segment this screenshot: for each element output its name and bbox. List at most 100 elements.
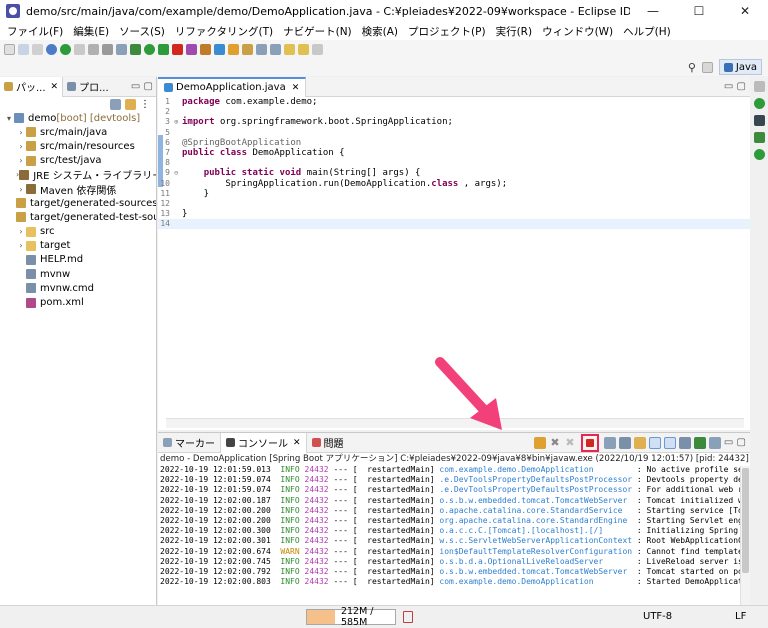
debug-icon[interactable] [130, 43, 141, 55]
word-wrap-console-icon[interactable] [633, 436, 646, 449]
menu-search[interactable]: 検索(A) [357, 24, 403, 39]
tree-item[interactable]: pom.xml [0, 295, 156, 309]
tree-item[interactable]: target/generated-sources/a [0, 196, 156, 210]
task-list-icon[interactable] [753, 149, 765, 160]
console-scroll-thumb[interactable] [742, 468, 749, 573]
search-icon[interactable]: ⚲ [688, 61, 696, 74]
pin-console-icon[interactable] [678, 436, 691, 449]
minimize-button[interactable]: — [630, 0, 676, 22]
word-wrap-icon[interactable] [102, 43, 113, 55]
annotation-next-icon[interactable] [256, 43, 267, 55]
maximize-button[interactable]: ☐ [676, 0, 722, 22]
expand-arrow-icon[interactable]: › [16, 156, 26, 165]
expand-arrow-icon[interactable]: › [16, 241, 26, 250]
clear-console-icon[interactable] [603, 436, 616, 449]
console-output[interactable]: 2022-10-19 12:01:59.013 INFO 24432 --- [… [158, 465, 750, 587]
relaunch-icon[interactable] [533, 436, 546, 449]
menu-window[interactable]: ウィンドウ(W) [537, 24, 618, 39]
tree-item[interactable]: › src [0, 225, 156, 239]
console-minimize-icon[interactable]: ▭ ▢ [724, 437, 746, 448]
remove-launch-icon[interactable]: ✖ [549, 436, 561, 449]
tab-problems[interactable]: 問題 [307, 433, 349, 453]
new-class-icon[interactable] [214, 43, 225, 55]
spring-boot-icon[interactable] [60, 43, 71, 55]
terminate-button[interactable] [580, 433, 599, 452]
open-perspective-icon[interactable] [701, 61, 713, 73]
collapse-all-icon[interactable] [110, 99, 121, 110]
heap-status[interactable]: 212M / 585M [306, 606, 396, 628]
garbage-collect-icon[interactable] [403, 611, 413, 623]
tree-item[interactable]: ▾ demo [boot] [devtools] [0, 111, 156, 125]
editor-minimize-icon[interactable]: ▭ ▢ [724, 81, 750, 92]
open-console-icon[interactable] [708, 436, 721, 449]
tree-item[interactable]: › src/test/java [0, 154, 156, 168]
view-menu-icon[interactable]: ⋮ [140, 99, 150, 110]
toggle-icon[interactable] [74, 43, 85, 55]
menu-navigate[interactable]: ナビゲート(N) [278, 24, 357, 39]
menu-refactor[interactable]: リファクタリング(T) [170, 24, 278, 39]
tree-item[interactable]: › target [0, 239, 156, 253]
spring-dashboard-icon[interactable] [753, 98, 765, 109]
annotation-prev-icon[interactable] [270, 43, 281, 55]
tree-item[interactable]: › src/main/resources [0, 139, 156, 153]
console-vertical-scrollbar[interactable] [740, 466, 750, 606]
boot-dashboard-icon[interactable] [753, 115, 765, 126]
external-tools-icon[interactable] [172, 43, 183, 55]
new-java-project-icon[interactable] [186, 43, 197, 55]
tree-item[interactable]: mvnw.cmd [0, 281, 156, 295]
tab-project-explorer[interactable]: プロ... [63, 77, 113, 97]
back-icon[interactable] [284, 43, 295, 55]
skip-breakpoints-icon[interactable] [46, 43, 57, 55]
menu-project[interactable]: プロジェクト(P) [403, 24, 491, 39]
scroll-lock-icon[interactable] [618, 436, 631, 449]
mark-occurrences-icon[interactable] [88, 43, 99, 55]
expand-arrow-icon[interactable]: › [16, 185, 26, 194]
close-icon[interactable]: ✕ [292, 83, 300, 93]
fold-toggle-icon[interactable]: ⊕ [174, 117, 182, 127]
remove-all-icon[interactable]: ✖ [564, 436, 576, 449]
save-icon[interactable] [18, 43, 29, 55]
run-icon[interactable] [144, 43, 155, 55]
show-on-stdout-icon[interactable] [648, 436, 661, 449]
expand-arrow-icon[interactable]: › [16, 142, 26, 151]
save-all-icon[interactable] [32, 43, 43, 55]
menu-run[interactable]: 実行(R) [491, 24, 538, 39]
forward-icon[interactable] [298, 43, 309, 55]
close-button[interactable]: ✕ [722, 0, 768, 22]
view-minimize-icon[interactable]: ▭ ▢ [131, 81, 156, 92]
tree-item[interactable]: HELP.md [0, 253, 156, 267]
menu-edit[interactable]: 編集(E) [68, 24, 114, 39]
java-perspective-button[interactable]: Java [718, 59, 762, 75]
menu-file[interactable]: ファイル(F) [2, 24, 68, 39]
restore-icon[interactable] [753, 81, 765, 92]
editor-tab-demoapplication[interactable]: DemoApplication.java ✕ [158, 76, 307, 97]
show-on-stderr-icon[interactable] [663, 436, 676, 449]
tree-item[interactable]: mvnw [0, 267, 156, 281]
tree-item[interactable]: › src/main/java [0, 125, 156, 139]
link-with-editor-icon[interactable] [125, 99, 136, 110]
tree-item[interactable]: › Maven 依存関係 [0, 182, 156, 196]
display-selected-console-icon[interactable] [693, 436, 706, 449]
code-area[interactable]: 1 package com.example.demo; 2 3 ⊕ import org.… [158, 97, 750, 230]
coverage-icon[interactable] [158, 43, 169, 55]
expand-arrow-icon[interactable]: › [16, 227, 26, 236]
tab-markers[interactable]: マーカー [158, 433, 220, 453]
menu-source[interactable]: ソース(S) [114, 24, 170, 39]
open-type-icon[interactable] [228, 43, 239, 55]
fold-toggle-icon[interactable]: ⊖ [174, 168, 182, 178]
pin-editor-icon[interactable] [312, 43, 323, 55]
outline-icon[interactable] [753, 132, 765, 143]
search-toolbar-icon[interactable] [242, 43, 253, 55]
new-icon[interactable] [4, 43, 15, 55]
tab-package-explorer[interactable]: パッ... ✕ [0, 76, 64, 97]
close-icon[interactable]: ✕ [293, 438, 301, 448]
expand-arrow-icon[interactable]: ▾ [4, 114, 14, 123]
new-package-icon[interactable] [200, 43, 211, 55]
expand-arrow-icon[interactable]: › [16, 128, 26, 137]
tab-console[interactable]: コンソール ✕ [220, 432, 307, 453]
menu-help[interactable]: ヘルプ(H) [618, 24, 676, 39]
tree-item[interactable]: ›JRE システム・ライブラリー [JavaS [0, 168, 156, 182]
show-whitespace-icon[interactable] [116, 43, 127, 55]
close-icon[interactable]: ✕ [51, 82, 59, 92]
tree-item[interactable]: target/generated-test-sourc [0, 210, 156, 224]
